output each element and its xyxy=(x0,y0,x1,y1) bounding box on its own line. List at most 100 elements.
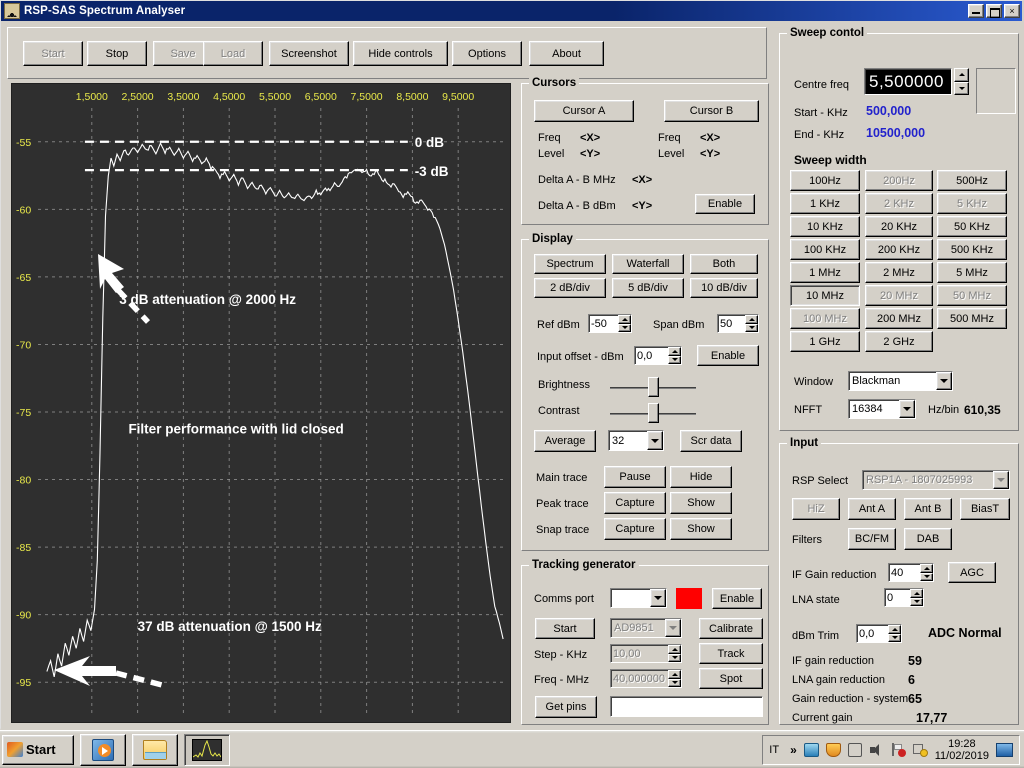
peak-trace-capture-button[interactable]: Capture xyxy=(604,492,666,514)
scr-data-button[interactable]: Scr data xyxy=(680,430,742,452)
tracking-calibrate-button[interactable]: Calibrate xyxy=(699,618,763,639)
sweep-width-200-khz[interactable]: 200 KHz xyxy=(865,239,933,260)
filter-bcfm-button[interactable]: BC/FM xyxy=(848,528,896,550)
scale-10db-div[interactable]: 10 dB/div xyxy=(690,278,758,298)
snap-trace-show-button[interactable]: Show xyxy=(670,518,732,540)
comms-port-combo[interactable] xyxy=(610,588,667,608)
input-hiz-button[interactable]: HiZ xyxy=(792,498,840,520)
flag-alert-icon[interactable] xyxy=(891,742,906,757)
main-trace-hide-button[interactable]: Hide xyxy=(670,466,732,488)
peak-trace-show-button[interactable]: Show xyxy=(670,492,732,514)
dbm-trim-spinner[interactable] xyxy=(888,625,901,642)
chevron-down-icon[interactable] xyxy=(665,619,681,637)
display-mode-both[interactable]: Both xyxy=(690,254,758,274)
tracking-pins-output[interactable] xyxy=(610,696,763,717)
sweep-width-1-ghz[interactable]: 1 GHz xyxy=(790,331,860,352)
toolbar-button-about[interactable]: About xyxy=(529,41,604,66)
chevron-down-icon[interactable] xyxy=(993,471,1009,489)
input-offset-enable-button[interactable]: Enable xyxy=(697,345,759,366)
show-desktop-icon[interactable] xyxy=(996,742,1013,757)
sweep-width-100-khz[interactable]: 100 KHz xyxy=(790,239,860,260)
sweep-width-50-khz[interactable]: 50 KHz xyxy=(937,216,1007,237)
file-explorer-task[interactable] xyxy=(132,733,178,766)
volume-icon[interactable] xyxy=(869,743,884,757)
chevron-down-icon[interactable] xyxy=(647,431,663,450)
tracking-get-pins-button[interactable]: Get pins xyxy=(535,696,597,718)
if-gain-spinner[interactable] xyxy=(920,564,933,581)
close-button[interactable]: × xyxy=(1004,4,1020,18)
tracking-step-spinner[interactable] xyxy=(668,645,681,662)
usb-device-icon[interactable] xyxy=(847,742,862,757)
input-ant-b-button[interactable]: Ant B xyxy=(904,498,952,520)
nfft-combo[interactable]: 16384 xyxy=(848,399,916,419)
filter-dab-button[interactable]: DAB xyxy=(904,528,952,550)
spectrum-graph[interactable]: 1,5000 2,5000 3,5000 4,5000 5,5000 6,5000 7,50… xyxy=(11,83,511,723)
lna-state-input[interactable]: 0 xyxy=(884,588,924,607)
sweep-width-100hz[interactable]: 100Hz xyxy=(790,170,860,191)
tracking-track-button[interactable]: Track xyxy=(699,643,763,664)
clock[interactable]: 19:28 11/02/2019 xyxy=(935,738,989,762)
average-count-combo[interactable]: 32 xyxy=(608,430,664,451)
contrast-slider-thumb[interactable] xyxy=(648,403,659,423)
sweep-width-500-khz[interactable]: 500 KHz xyxy=(937,239,1007,260)
maximize-button[interactable] xyxy=(986,4,1002,18)
toolbar-button-hide-controls[interactable]: Hide controls xyxy=(353,41,448,66)
sweep-width-1-mhz[interactable]: 1 MHz xyxy=(790,262,860,283)
average-button[interactable]: Average xyxy=(534,430,596,452)
display-mode-spectrum[interactable]: Spectrum xyxy=(534,254,606,274)
tracking-device-combo[interactable]: AD9851 xyxy=(610,618,682,638)
sweep-width-20-khz[interactable]: 20 KHz xyxy=(865,216,933,237)
sweep-width-10-khz[interactable]: 10 KHz xyxy=(790,216,860,237)
scale-5db-div[interactable]: 5 dB/div xyxy=(612,278,684,298)
cursors-enable-button[interactable]: Enable xyxy=(695,194,755,214)
network-icon[interactable] xyxy=(803,742,819,757)
toolbar-button-stop[interactable]: Stop xyxy=(87,41,147,66)
sweep-width-500hz[interactable]: 500Hz xyxy=(937,170,1007,191)
chevron-down-icon[interactable] xyxy=(899,400,915,418)
minimize-button[interactable] xyxy=(968,4,984,18)
input-ant-a-button[interactable]: Ant A xyxy=(848,498,896,520)
brightness-slider[interactable] xyxy=(610,377,696,397)
security-shield-icon[interactable] xyxy=(825,742,841,757)
sweep-width-5-mhz[interactable]: 5 MHz xyxy=(937,262,1007,283)
toolbar-button-screenshot[interactable]: Screenshot xyxy=(269,41,349,66)
sweep-width-1-khz[interactable]: 1 KHz xyxy=(790,193,860,214)
tracking-start-button[interactable]: Start xyxy=(535,618,595,639)
scale-2db-div[interactable]: 2 dB/div xyxy=(534,278,606,298)
chevron-down-icon[interactable] xyxy=(650,589,666,607)
sweep-width-500-mhz[interactable]: 500 MHz xyxy=(937,308,1007,329)
tracking-freq-input[interactable]: 40,000000 xyxy=(610,669,682,688)
rsp-select-combo[interactable]: RSP1A - 1807025993 xyxy=(862,470,1010,490)
snap-trace-capture-button[interactable]: Capture xyxy=(604,518,666,540)
span-dbm-input[interactable]: 50 xyxy=(717,314,759,333)
media-player-task[interactable] xyxy=(80,733,126,766)
if-gain-reduction-input[interactable]: 40 xyxy=(888,563,934,582)
chevron-down-icon[interactable] xyxy=(936,372,952,390)
cursor-a-button[interactable]: Cursor A xyxy=(534,100,634,122)
toolbar-button-options[interactable]: Options xyxy=(452,41,522,66)
input-biast-button[interactable]: BiasT xyxy=(960,498,1010,520)
language-indicator[interactable]: IT xyxy=(769,744,779,756)
spectrum-analyser-task[interactable] xyxy=(184,733,230,766)
display-mode-waterfall[interactable]: Waterfall xyxy=(612,254,684,274)
brightness-slider-thumb[interactable] xyxy=(648,377,659,397)
start-button[interactable]: Start xyxy=(2,734,74,765)
ref-dbm-spinner[interactable] xyxy=(618,315,631,332)
sweep-width-200-mhz[interactable]: 200 MHz xyxy=(865,308,933,329)
tracking-freq-spinner[interactable] xyxy=(668,670,681,687)
centre-freq-input[interactable]: 5,500000 xyxy=(864,68,952,95)
tracking-spot-button[interactable]: Spot xyxy=(699,668,763,689)
ref-dbm-input[interactable]: -50 xyxy=(588,314,632,333)
main-trace-pause-button[interactable]: Pause xyxy=(604,466,666,488)
span-dbm-spinner[interactable] xyxy=(745,315,758,332)
sweep-width-2-ghz[interactable]: 2 GHz xyxy=(865,331,933,352)
show-hidden-icons-icon[interactable]: » xyxy=(790,743,797,757)
dbm-trim-input[interactable]: 0,0 xyxy=(856,624,902,643)
tracking-step-input[interactable]: 10,00 xyxy=(610,644,682,663)
agc-button[interactable]: AGC xyxy=(948,562,996,583)
tracking-enable-button[interactable]: Enable xyxy=(712,588,762,609)
cursor-b-button[interactable]: Cursor B xyxy=(664,100,759,122)
input-offset-spinner[interactable] xyxy=(668,347,681,364)
warning-icon[interactable] xyxy=(912,743,928,757)
window-combo[interactable]: Blackman xyxy=(848,371,953,391)
